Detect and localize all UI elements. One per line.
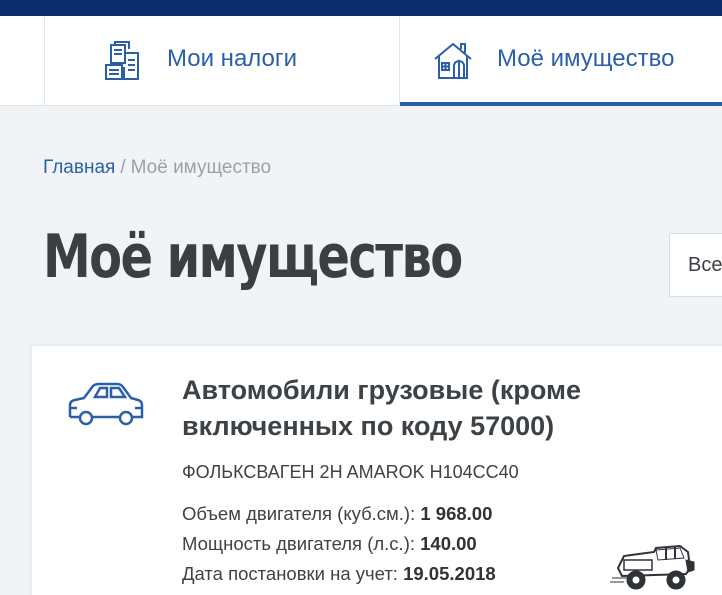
property-card[interactable]: Автомобили грузовые (кроме включенных по… xyxy=(31,345,722,595)
truck-icon xyxy=(610,544,695,590)
main-navigation: Мои налоги Моё имущество xyxy=(0,16,722,106)
breadcrumb-current: Моё имущество xyxy=(130,157,272,178)
property-filter-value: Все xyxy=(688,254,722,276)
tab-my-property-label: Моё имущество xyxy=(497,45,675,72)
registration-date-value: 19.05.2018 xyxy=(403,563,496,584)
tab-my-taxes-label: Мои налоги xyxy=(167,45,298,72)
engine-volume-row: Объем двигателя (куб.см.): 1 968.00 xyxy=(182,503,492,525)
breadcrumb: Главная / Моё имущество xyxy=(43,157,271,179)
tab-my-property[interactable]: Моё имущество xyxy=(400,16,722,106)
engine-volume-value: 1 968.00 xyxy=(420,503,493,524)
engine-power-value: 140.00 xyxy=(420,533,477,554)
vehicle-name: ФОЛЬКСВАГЕН 2H AMAROK Н104СС40 xyxy=(182,462,519,482)
breadcrumb-home-link[interactable]: Главная xyxy=(43,157,115,178)
top-bar xyxy=(0,0,722,16)
tab-my-taxes[interactable]: Мои налоги xyxy=(44,16,400,106)
breadcrumb-separator: / xyxy=(120,157,126,178)
card-title: Автомобили грузовые (кроме включенных по… xyxy=(182,375,581,441)
engine-power-label: Мощность двигателя (л.с.): xyxy=(182,533,415,554)
documents-icon xyxy=(105,41,139,80)
page-title: Моё имущество xyxy=(43,222,463,292)
engine-power-row: Мощность двигателя (л.с.): 140.00 xyxy=(182,533,477,555)
engine-volume-label: Объем двигателя (куб.см.): xyxy=(182,503,416,524)
registration-date-label: Дата постановки на учет: xyxy=(182,563,398,584)
house-icon xyxy=(434,42,472,79)
property-filter-select[interactable]: Все xyxy=(669,233,722,297)
car-icon xyxy=(68,382,144,426)
registration-date-row: Дата постановки на учет: 19.05.2018 xyxy=(182,563,496,585)
